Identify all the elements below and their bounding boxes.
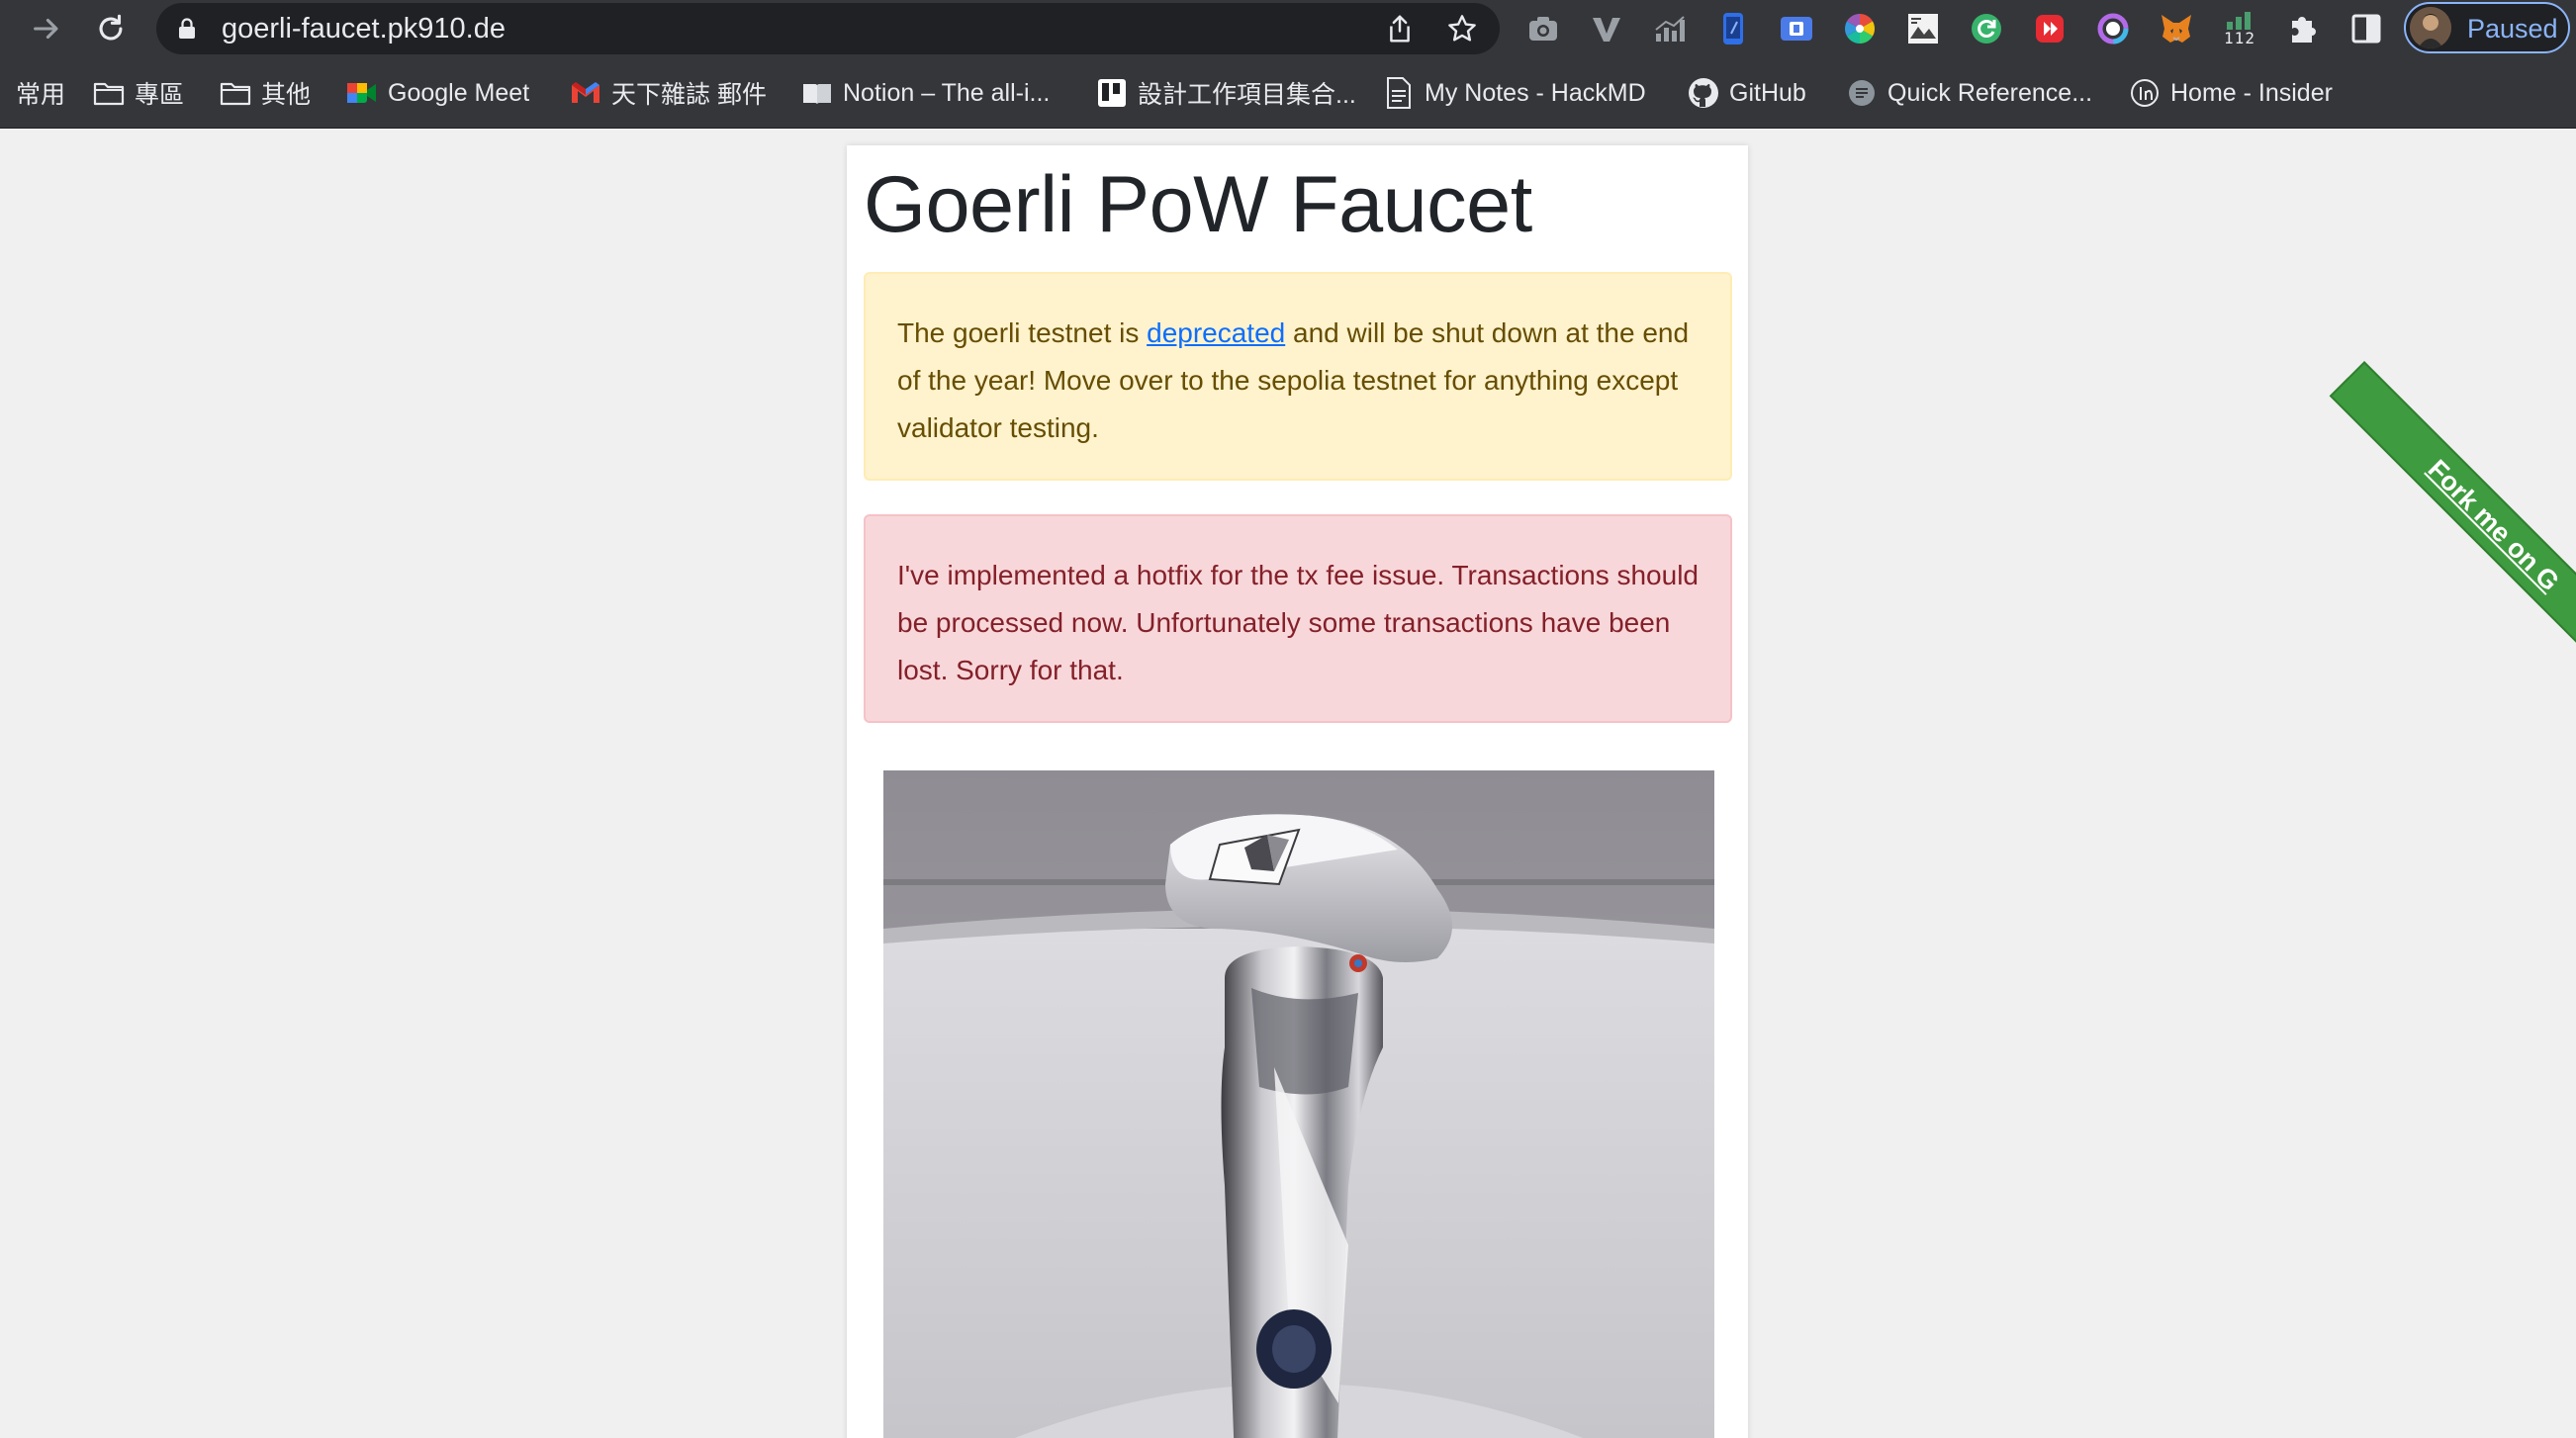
- content-container: Goerli PoW Faucet The goerli testnet is …: [847, 145, 1748, 1438]
- bookmark-quick-reference[interactable]: Quick Reference...: [1846, 73, 2092, 113]
- reference-icon: [1846, 77, 1878, 109]
- vimeo-icon[interactable]: [1587, 9, 1626, 48]
- window-icon[interactable]: [1777, 9, 1816, 48]
- insider-icon: [2129, 77, 2161, 109]
- bookmarks-bar: 常用 專區 其他 Google Meet 天下雜誌 郵件 Notion – Th…: [0, 57, 2576, 129]
- deprecation-text-start: The goerli testnet is: [897, 317, 1148, 348]
- bookmark-insider[interactable]: Home - Insider: [2129, 73, 2333, 113]
- bookmark-label: 天下雜誌 郵件: [611, 81, 767, 109]
- bookmark-label: 專區: [135, 81, 185, 109]
- hotfix-alert: I've implemented a hotfix for the tx fee…: [864, 514, 1732, 723]
- github-icon: [1688, 77, 1719, 109]
- bookmark-hackmd[interactable]: My Notes - HackMD: [1383, 73, 1646, 113]
- url-text: goerli-faucet.pk910.de: [222, 13, 506, 45]
- youtube-red-icon[interactable]: [2030, 9, 2070, 48]
- color-wheel-icon[interactable]: [1840, 9, 1880, 48]
- page-title: Goerli PoW Faucet: [864, 160, 1532, 249]
- puzzle-icon[interactable]: [2283, 9, 2323, 48]
- bookmark-label: 常用: [16, 81, 66, 109]
- board-icon: [1096, 77, 1128, 109]
- bookmark-label: GitHub: [1729, 78, 1806, 107]
- bookmark-google-meet[interactable]: Google Meet: [346, 73, 529, 113]
- bookmark-label: Home - Insider: [2170, 78, 2333, 107]
- camera-icon[interactable]: [1523, 9, 1563, 48]
- share-icon[interactable]: [1385, 13, 1415, 45]
- bookmark-label: Quick Reference...: [1887, 78, 2093, 107]
- bookmark-label: 設計工作項目集合...: [1138, 81, 1356, 109]
- star-bookmark-icon[interactable]: [1446, 13, 1478, 45]
- extension-badge: 112: [2224, 28, 2255, 47]
- bookmark-label: Notion – The all-i...: [843, 78, 1051, 107]
- gmail-icon: [570, 77, 601, 109]
- bookmark-item[interactable]: 常用: [16, 73, 65, 113]
- ring-icon[interactable]: [2093, 9, 2133, 48]
- bookmark-github[interactable]: GitHub: [1688, 73, 1806, 113]
- avatar: [2410, 7, 2451, 48]
- fork-ribbon-label: Fork me on G: [2422, 454, 2565, 597]
- bookmark-notion[interactable]: Notion – The all-i...: [801, 73, 1050, 113]
- faucet-image: [883, 770, 1714, 1438]
- side-panel-icon[interactable]: [2346, 9, 2386, 48]
- book-icon: [801, 77, 833, 109]
- browser-toolbar: goerli-faucet.pk910.de 112 Paused: [0, 0, 2576, 57]
- folder-icon: [220, 77, 251, 109]
- profile-button[interactable]: Paused: [2404, 2, 2570, 53]
- page-viewport: Goerli PoW Faucet The goerli testnet is …: [0, 129, 2576, 1438]
- image-icon[interactable]: [1903, 9, 1943, 48]
- reload-icon: [99, 14, 123, 41]
- refresh-green-icon[interactable]: [1967, 9, 2006, 48]
- bookmark-folder[interactable]: 專區: [93, 73, 184, 113]
- meet-icon: [346, 77, 378, 109]
- bookmark-design-board[interactable]: 設計工作項目集合...: [1096, 73, 1356, 113]
- stats-icon[interactable]: 112: [2220, 9, 2259, 48]
- document-icon: [1383, 77, 1415, 109]
- profile-status: Paused: [2467, 14, 2558, 44]
- bookmark-folder[interactable]: 其他: [220, 73, 311, 113]
- forward-button[interactable]: [26, 8, 67, 49]
- reload-button[interactable]: [90, 8, 132, 49]
- phone-icon[interactable]: [1713, 9, 1753, 48]
- bookmark-gmail[interactable]: 天下雜誌 郵件: [570, 73, 767, 113]
- bookmark-label: My Notes - HackMD: [1425, 78, 1646, 107]
- lock-icon: [179, 18, 195, 39]
- folder-icon: [93, 77, 125, 109]
- metamask-fox-icon[interactable]: [2157, 9, 2196, 48]
- fork-me-ribbon[interactable]: Fork me on G: [2329, 361, 2576, 690]
- deprecated-link[interactable]: deprecated: [1147, 317, 1285, 348]
- bookmark-label: Google Meet: [388, 78, 530, 107]
- bookmark-label: 其他: [261, 81, 312, 109]
- arrow-right-icon: [34, 18, 58, 40]
- hotfix-text: I've implemented a hotfix for the tx fee…: [897, 560, 1699, 685]
- deprecation-alert: The goerli testnet is deprecated and wil…: [864, 272, 1732, 481]
- chart-icon[interactable]: [1650, 9, 1690, 48]
- address-bar[interactable]: goerli-faucet.pk910.de: [156, 3, 1500, 54]
